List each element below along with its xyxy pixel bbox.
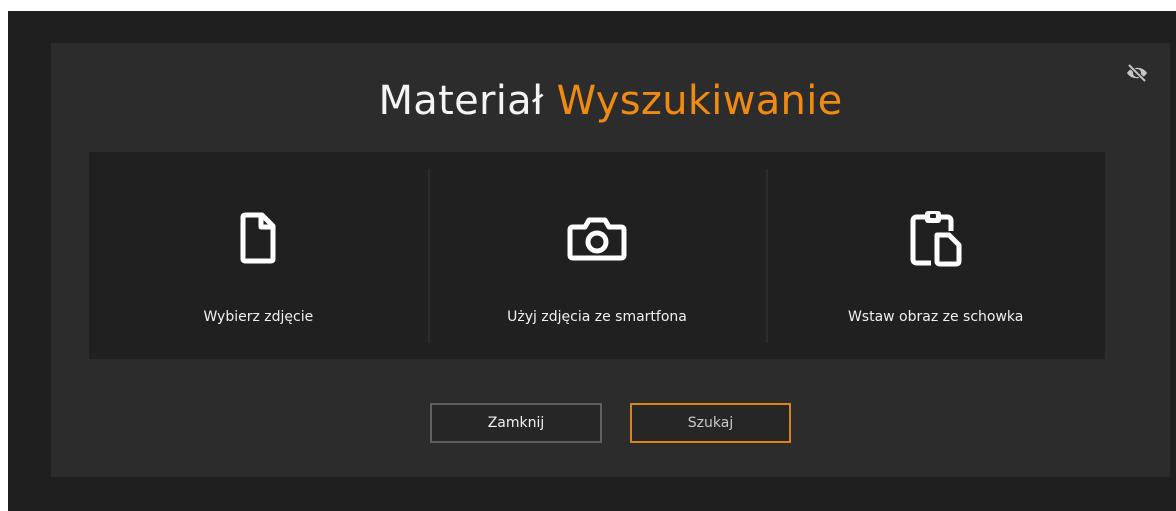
title-search: Wyszukiwanie: [556, 78, 843, 124]
option-choose-image[interactable]: Wybierz zdjęcie: [89, 152, 428, 359]
option-label: Wybierz zdjęcie: [203, 309, 314, 325]
option-paste-clipboard-image[interactable]: Wstaw obraz ze schowka: [766, 152, 1105, 359]
camera-icon: [565, 206, 629, 270]
file-icon: [226, 206, 290, 270]
option-label: Wstaw obraz ze schowka: [847, 309, 1024, 325]
search-button[interactable]: Szukaj: [630, 403, 791, 443]
title-material: Materiał: [378, 78, 544, 124]
clipboard-paste-icon: [904, 206, 968, 270]
image-source-options: Wybierz zdjęcie Użyj zdjęcia ze smartfon…: [89, 152, 1105, 359]
option-use-smartphone-image[interactable]: Użyj zdjęcia ze smartfona: [427, 152, 767, 359]
dialog-title: Materiał Wyszukiwanie: [51, 73, 1170, 129]
material-search-dialog: Materiał Wyszukiwanie Wybierz zdjęcie Uż…: [51, 43, 1170, 477]
close-button[interactable]: Zamknij: [430, 403, 602, 443]
dialog-actions: Zamknij Szukaj: [51, 403, 1170, 443]
option-label: Użyj zdjęcia ze smartfona: [507, 309, 687, 325]
